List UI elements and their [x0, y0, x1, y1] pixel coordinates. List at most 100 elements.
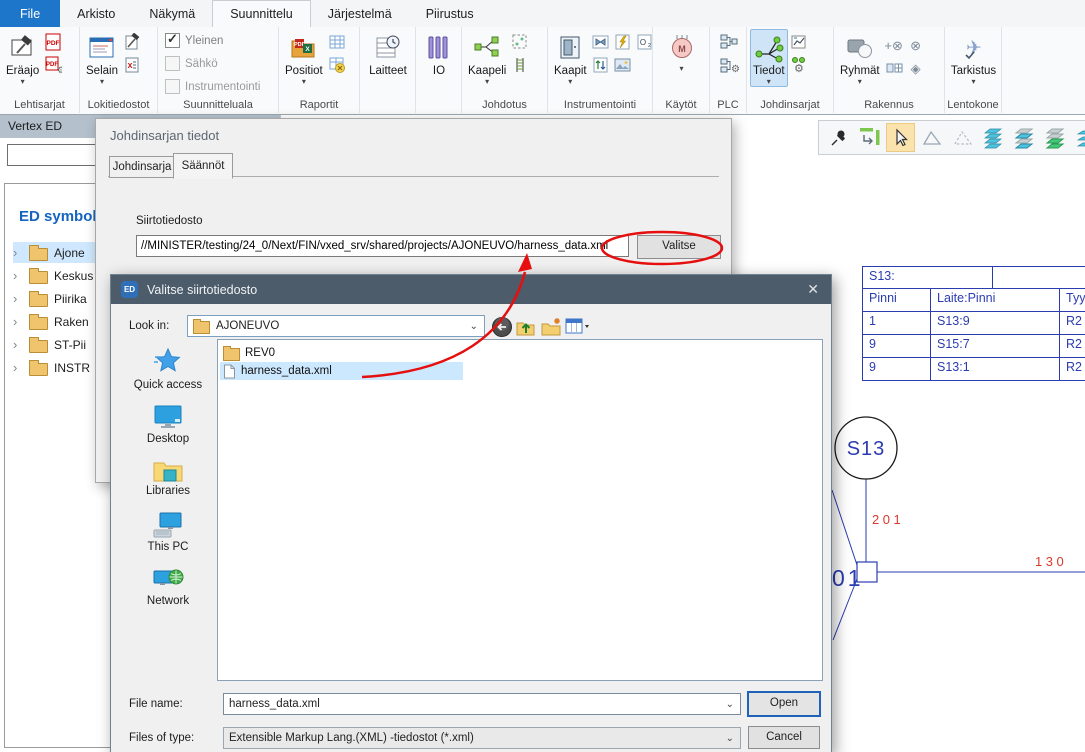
plc-settings-icon[interactable]: ⚙ — [719, 56, 739, 76]
tab-file[interactable]: File — [0, 0, 60, 27]
ribbon-group-instrumentointi: Kaapit O2 — [548, 27, 653, 113]
place-quick-access[interactable]: Quick access — [119, 347, 217, 391]
report-table-remove-icon[interactable] — [327, 55, 347, 75]
checkbox-icon — [165, 79, 180, 94]
group-label-raportit: Raportit — [279, 98, 359, 113]
log-xml-icon[interactable]: x — [122, 55, 142, 75]
valve-icon[interactable] — [591, 32, 611, 52]
files-of-type-label: Files of type: — [129, 732, 194, 744]
folder-icon — [193, 321, 210, 334]
layers-mixed-icon[interactable] — [1010, 123, 1039, 152]
place-desktop[interactable]: Desktop — [119, 403, 217, 445]
image-icon[interactable] — [613, 55, 633, 75]
checkbox-icon — [165, 56, 180, 71]
layers-clipped-icon[interactable] — [1072, 123, 1085, 152]
selection-dashed-icon[interactable] — [510, 32, 530, 52]
cable-route-icon[interactable] — [591, 55, 611, 75]
tab-nakyma[interactable]: Näkymä — [132, 0, 212, 27]
checkbox-sahko[interactable]: Sähkö — [165, 55, 272, 72]
harness-settings-icon[interactable]: ⚙ — [789, 55, 809, 75]
open-button[interactable]: Open — [747, 691, 821, 717]
svg-text:X: X — [305, 46, 310, 53]
chevron-right-icon[interactable]: › — [13, 314, 23, 329]
signal-lightning-icon[interactable] — [613, 32, 633, 52]
dialog-title: Johdinsarjan tiedot — [96, 119, 731, 143]
new-folder-icon[interactable] — [539, 315, 562, 338]
file-row-rev0[interactable]: REV0 — [220, 344, 275, 362]
layers-green-icon[interactable] — [1041, 123, 1070, 152]
laitteet-button[interactable]: Laitteet — [366, 29, 410, 80]
tab-arkisto[interactable]: Arkisto — [60, 0, 132, 27]
ryhmat-button[interactable]: Ryhmät — [837, 29, 883, 87]
tarkistus-button[interactable]: ✈ Tarkistus — [948, 29, 999, 87]
building-groups-icon — [845, 31, 875, 65]
harness-diagram-icon[interactable] — [789, 32, 809, 52]
svg-text:⚙: ⚙ — [731, 64, 739, 75]
cursor-icon[interactable] — [886, 123, 915, 152]
valitse-button[interactable]: Valitse — [637, 235, 721, 259]
report-table-icon[interactable] — [327, 32, 347, 52]
ribbon-group-lokitiedostot: Selain x Lokitiedostot — [80, 27, 158, 113]
tab-jarjestelma[interactable]: Järjestelmä — [311, 0, 409, 27]
positiot-button[interactable]: PDFX Positiot — [282, 29, 326, 87]
chevron-right-icon[interactable]: › — [13, 291, 23, 306]
up-folder-icon[interactable] — [514, 315, 537, 338]
group-label-kaytot: Käytöt — [653, 98, 709, 113]
pushpin-icon[interactable] — [824, 123, 853, 152]
chevron-right-icon[interactable]: › — [13, 245, 23, 260]
chevron-right-icon[interactable]: › — [13, 268, 23, 283]
log-build-icon[interactable] — [122, 32, 142, 52]
place-network[interactable]: Network — [119, 565, 217, 607]
chevron-right-icon[interactable]: › — [13, 337, 23, 352]
tiedot-button[interactable]: Tiedot — [750, 29, 788, 87]
dropdown-arrow — [100, 78, 104, 85]
tab-suunnittelu[interactable]: Suunnittelu — [212, 0, 311, 27]
folder-icon — [29, 317, 48, 330]
aircraft-check-icon: ✈ — [959, 31, 989, 65]
cancel-button[interactable]: Cancel — [748, 726, 820, 749]
file-dialog-titlebar[interactable]: ED Valitse siirtotiedosto ✕ — [111, 275, 831, 304]
selain-button[interactable]: Selain — [83, 29, 121, 87]
transfer-file-input[interactable] — [136, 235, 629, 257]
cable-pair-icon[interactable] — [510, 55, 530, 75]
pdf-icon[interactable]: PDF — [43, 32, 63, 52]
file-name-combo[interactable]: harness_data.xml ⌄ — [223, 693, 741, 715]
tab-johdinsarja[interactable]: Johdinsarja — [109, 156, 175, 178]
close-icon[interactable]: ✕ — [807, 281, 819, 298]
triangle-dashed-icon[interactable] — [948, 123, 977, 152]
place-this-pc[interactable]: This PC — [119, 511, 217, 553]
plc-structure-icon[interactable] — [719, 32, 739, 52]
files-of-type-combo[interactable]: Extensible Markup Lang.(XML) -tiedostot … — [223, 727, 741, 749]
dropdown-arrow — [971, 78, 975, 85]
file-list[interactable]: REV0 harness_data.xml — [217, 339, 823, 681]
oxygen-doc-icon[interactable]: O2 — [635, 32, 655, 52]
tag-table-icon[interactable] — [884, 58, 904, 78]
svg-text:M: M — [678, 44, 686, 54]
checkbox-yleinen[interactable]: Yleinen — [165, 32, 272, 49]
back-icon[interactable] — [490, 315, 513, 338]
measure-move-icon[interactable] — [855, 123, 884, 152]
place-libraries[interactable]: Libraries — [119, 457, 217, 497]
vertex-ed-window: File Arkisto Näkymä Suunnittelu Järjeste… — [0, 0, 1085, 752]
tab-saannot[interactable]: Säännöt — [173, 153, 233, 179]
ribbon-group-plc: ⚙ PLC — [710, 27, 747, 113]
kaapeli-button[interactable]: Kaapeli — [465, 29, 509, 87]
io-button[interactable]: IO — [423, 29, 455, 80]
tab-piirustus[interactable]: Piirustus — [409, 0, 491, 27]
view-menu-icon[interactable] — [564, 315, 594, 338]
diamond-icon[interactable]: ◈ — [906, 58, 926, 78]
look-in-combo[interactable]: AJONEUVO ⌄ — [187, 315, 485, 337]
kaytot-drive-button[interactable]: M — [665, 29, 699, 74]
chevron-right-icon[interactable]: › — [13, 360, 23, 375]
checkbox-instrumentointi[interactable]: Instrumentointi — [165, 78, 272, 95]
kaapit-button[interactable]: Kaapit — [551, 29, 590, 87]
eraajo-button[interactable]: Eräajo — [3, 29, 42, 87]
canvas-toolbar — [818, 120, 1085, 155]
triangle-icon[interactable] — [917, 123, 946, 152]
layers-cyan-icon[interactable] — [979, 123, 1008, 152]
file-row-harness-data[interactable]: harness_data.xml — [220, 362, 463, 380]
pdf-settings-icon[interactable]: PDF⚙ — [43, 55, 63, 75]
x-circle-icon[interactable]: ⊗ — [906, 35, 926, 55]
io-channels-icon — [426, 31, 452, 65]
remove-x-circle-icon[interactable]: +⊗ — [884, 35, 904, 55]
